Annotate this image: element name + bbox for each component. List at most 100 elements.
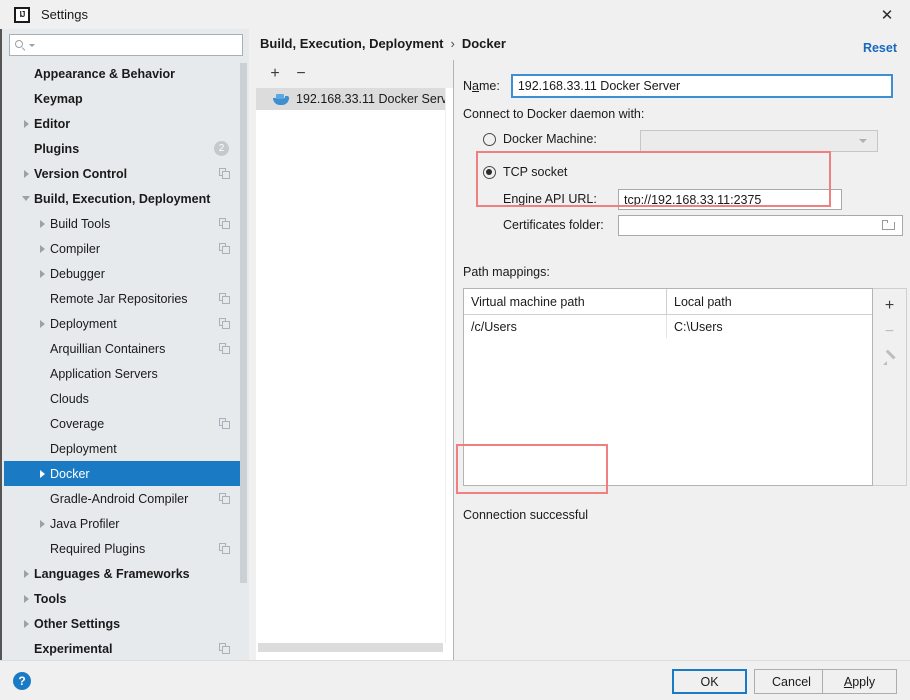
chevron-right-icon — [23, 169, 29, 178]
copy-settings-icon[interactable] — [219, 243, 230, 254]
tree-expander[interactable] — [18, 119, 34, 128]
tree-expander[interactable] — [34, 519, 50, 528]
intellij-idea-icon: IJ — [14, 6, 30, 23]
docker-whale-icon — [273, 93, 289, 106]
tree-expander[interactable] — [18, 619, 34, 628]
list-item[interactable]: 192.168.33.11 Docker Serv — [256, 88, 453, 110]
sidebar-item-deployment[interactable]: Deployment — [4, 436, 243, 461]
sidebar-item-debugger[interactable]: Debugger — [4, 261, 243, 286]
engine-api-row: Engine API URL: — [503, 192, 597, 206]
copy-settings-icon[interactable] — [219, 293, 230, 304]
connect-label-row: Connect to Docker daemon with: — [463, 107, 644, 121]
remove-mapping-button[interactable]: − — [875, 319, 905, 345]
copy-settings-icon[interactable] — [219, 643, 230, 654]
apply-button[interactable]: Apply — [822, 669, 897, 694]
table-column-header[interactable]: Virtual machine path — [464, 289, 667, 314]
panel-splitter[interactable] — [249, 29, 256, 660]
search-box[interactable] — [9, 34, 243, 56]
close-icon[interactable]: ✕ — [864, 0, 910, 29]
sidebar-item-label: Compiler — [50, 241, 101, 256]
certificates-folder-field[interactable] — [618, 215, 903, 236]
tree-expander[interactable] — [34, 219, 50, 228]
docker-machine-radio[interactable] — [483, 132, 496, 146]
table-body[interactable]: /c/Users C:\Users — [464, 315, 872, 338]
certificates-folder-label: Certificates folder: — [503, 218, 604, 232]
table-row[interactable]: /c/Users C:\Users — [464, 315, 872, 338]
table-cell[interactable]: /c/Users — [464, 315, 667, 338]
path-mappings-table[interactable]: Virtual machine path Local path /c/Users C… — [463, 288, 873, 486]
sidebar-item-keymap[interactable]: Keymap — [4, 86, 243, 111]
tree-expander[interactable] — [18, 594, 34, 603]
reset-link[interactable]: Reset — [863, 41, 897, 55]
table-column-header[interactable]: Local path — [667, 289, 872, 314]
tree-expander[interactable] — [34, 269, 50, 278]
certificates-folder-input[interactable] — [619, 216, 882, 235]
tcp-socket-label[interactable]: TCP socket — [503, 165, 567, 179]
sidebar-item-compiler[interactable]: Compiler — [4, 236, 243, 261]
sidebar-item-remote-jar-repositories[interactable]: Remote Jar Repositories — [4, 286, 243, 311]
docker-machine-label[interactable]: Docker Machine: — [503, 132, 597, 146]
copy-settings-icon[interactable] — [219, 343, 230, 354]
tree-expander[interactable] — [18, 196, 34, 201]
edit-mapping-button[interactable] — [875, 345, 905, 371]
tree-expander[interactable] — [18, 169, 34, 178]
engine-api-url-input[interactable] — [618, 189, 842, 210]
sidebar-item-label: Debugger — [50, 266, 105, 281]
sidebar-item-gradle-android-compiler[interactable]: Gradle-Android Compiler — [4, 486, 243, 511]
sidebar-item-other-settings[interactable]: Other Settings — [4, 611, 243, 636]
copy-settings-icon[interactable] — [219, 418, 230, 429]
tree-expander[interactable] — [18, 569, 34, 578]
server-list-hscrollbar-thumb[interactable] — [258, 643, 443, 652]
search-input[interactable] — [39, 38, 242, 52]
tree-expander[interactable] — [34, 469, 50, 478]
name-input[interactable] — [510, 74, 893, 98]
ok-button[interactable]: OK — [672, 669, 747, 694]
docker-server-list[interactable]: 192.168.33.11 Docker Serv — [256, 88, 453, 643]
sidebar-item-label: Gradle-Android Compiler — [50, 491, 189, 506]
sidebar-item-appearance-behavior[interactable]: Appearance & Behavior — [4, 61, 243, 86]
sidebar-item-coverage[interactable]: Coverage — [4, 411, 243, 436]
sidebar-item-plugins[interactable]: Plugins 2 — [4, 136, 243, 161]
breadcrumb: Build, Execution, Deployment › Docker — [260, 36, 506, 51]
table-cell[interactable]: C:\Users — [667, 315, 872, 338]
copy-settings-icon[interactable] — [219, 493, 230, 504]
sidebar-item-application-servers[interactable]: Application Servers — [4, 361, 243, 386]
tree-expander[interactable] — [34, 244, 50, 253]
sidebar-item-languages-frameworks[interactable]: Languages & Frameworks — [4, 561, 243, 586]
sidebar-item-build-tools[interactable]: Build Tools — [4, 211, 243, 236]
server-list-vscrollbar[interactable] — [445, 88, 453, 643]
tcp-socket-radio[interactable] — [483, 165, 496, 179]
sidebar-item-deployment[interactable]: Deployment — [4, 311, 243, 336]
cancel-button[interactable]: Cancel — [754, 669, 829, 694]
chevron-right-icon — [39, 519, 45, 528]
sidebar-item-label: Required Plugins — [50, 541, 146, 556]
sidebar-item-docker[interactable]: Docker — [4, 461, 243, 486]
tree-expander[interactable] — [34, 319, 50, 328]
add-mapping-button[interactable]: + — [875, 293, 905, 319]
copy-settings-icon[interactable] — [219, 168, 230, 179]
sidebar-item-tools[interactable]: Tools — [4, 586, 243, 611]
dialog-footer: ? OK Cancel Apply — [0, 660, 910, 700]
breadcrumb-parent[interactable]: Build, Execution, Deployment — [260, 36, 443, 51]
copy-settings-icon[interactable] — [219, 543, 230, 554]
sidebar-item-editor[interactable]: Editor — [4, 111, 243, 136]
add-server-button[interactable]: + — [262, 62, 288, 86]
sidebar-scrollbar-thumb[interactable] — [240, 63, 247, 583]
sidebar-item-experimental[interactable]: Experimental — [4, 636, 243, 658]
sidebar-item-build-execution-deployment[interactable]: Build, Execution, Deployment — [4, 186, 243, 211]
folder-icon[interactable] — [882, 220, 896, 231]
sidebar-item-label: Languages & Frameworks — [34, 566, 190, 581]
sidebar-item-label: Deployment — [50, 316, 117, 331]
sidebar-item-version-control[interactable]: Version Control — [4, 161, 243, 186]
help-icon[interactable]: ? — [13, 672, 31, 690]
sidebar-item-required-plugins[interactable]: Required Plugins — [4, 536, 243, 561]
remove-server-button[interactable]: − — [288, 62, 314, 86]
chevron-down-icon[interactable] — [29, 43, 35, 47]
settings-tree[interactable]: Appearance & Behavior Keymap Editor Plugins… — [4, 61, 243, 658]
copy-settings-icon[interactable] — [219, 318, 230, 329]
sidebar-item-arquillian-containers[interactable]: Arquillian Containers — [4, 336, 243, 361]
sidebar-item-java-profiler[interactable]: Java Profiler — [4, 511, 243, 536]
docker-machine-select[interactable] — [640, 130, 878, 152]
sidebar-item-clouds[interactable]: Clouds — [4, 386, 243, 411]
copy-settings-icon[interactable] — [219, 218, 230, 229]
